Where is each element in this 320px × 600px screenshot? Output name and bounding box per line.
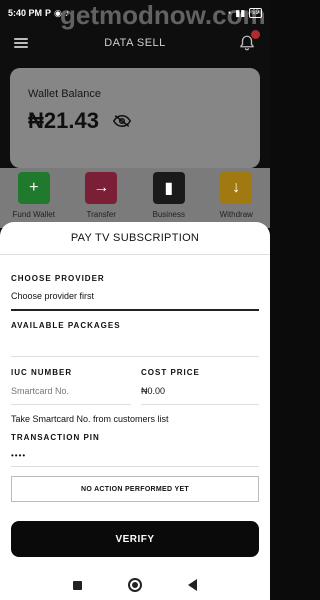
home-icon[interactable]	[128, 578, 142, 592]
header-title: DATA SELL	[104, 37, 166, 49]
recents-icon[interactable]	[73, 580, 82, 590]
action-label: Transfer	[86, 210, 117, 219]
status-time: 5:40 PM	[8, 8, 43, 18]
action-withdraw[interactable]: ↓ Withdraw	[208, 172, 264, 228]
pin-label: TRANSACTION PIN	[11, 433, 100, 442]
sheet-title: PAY TV SUBSCRIPTION	[70, 232, 200, 244]
divider	[0, 254, 270, 255]
system-nav-bar	[0, 570, 270, 600]
packages-label: AVAILABLE PACKAGES	[11, 321, 121, 330]
iuc-input[interactable]: Smartcard No.	[11, 386, 69, 396]
customers-list-link[interactable]: Take Smartcard No. from customers list	[11, 414, 169, 424]
pin-input[interactable]: ••••	[11, 451, 26, 460]
action-fund-wallet[interactable]: + Fund Wallet	[6, 172, 62, 228]
eye-off-icon[interactable]	[112, 115, 131, 127]
iuc-underline	[11, 404, 131, 405]
provider-underline	[11, 309, 259, 311]
menu-icon[interactable]	[14, 38, 28, 48]
wallet-amount-row: ₦21.43	[28, 108, 242, 134]
app-header: DATA SELL	[0, 30, 270, 56]
iuc-label: IUC NUMBER	[11, 368, 73, 377]
wallet-amount: ₦21.43	[28, 108, 99, 133]
provider-label: CHOOSE PROVIDER	[11, 274, 105, 283]
action-transfer[interactable]: → Transfer	[73, 172, 129, 228]
packages-select[interactable]	[11, 356, 259, 357]
quick-actions: + Fund Wallet → Transfer ▮ Business ↓ Wi…	[0, 168, 270, 228]
cost-underline	[141, 404, 259, 405]
arrow-down-icon: ↓	[220, 172, 253, 204]
status-indicator: P	[45, 8, 52, 18]
plus-icon: +	[17, 172, 50, 204]
wallet-label: Wallet Balance	[28, 88, 101, 100]
cost-value: ₦0.00	[141, 386, 166, 396]
pin-underline	[11, 466, 259, 467]
action-business[interactable]: ▮ Business	[141, 172, 197, 228]
action-label: Business	[152, 210, 185, 219]
notification-badge	[251, 30, 260, 39]
pay-tv-sheet: PAY TV SUBSCRIPTION CHOOSE PROVIDER Choo…	[0, 222, 270, 570]
back-icon[interactable]	[188, 579, 197, 591]
action-label: Withdraw	[219, 210, 253, 219]
cost-label: COST PRICE	[141, 368, 200, 377]
arrow-right-icon: →	[85, 172, 118, 204]
verify-button[interactable]: VERIFY	[11, 521, 259, 557]
provider-select[interactable]: Choose provider first	[11, 291, 94, 301]
watermark-logo: getmodnow.com	[60, 0, 266, 30]
chart-icon: ▮	[152, 172, 185, 204]
wallet-card: Wallet Balance ₦21.43	[10, 68, 260, 168]
action-label: Fund Wallet	[12, 210, 55, 219]
status-box: NO ACTION PERFORMED YET	[11, 476, 259, 502]
